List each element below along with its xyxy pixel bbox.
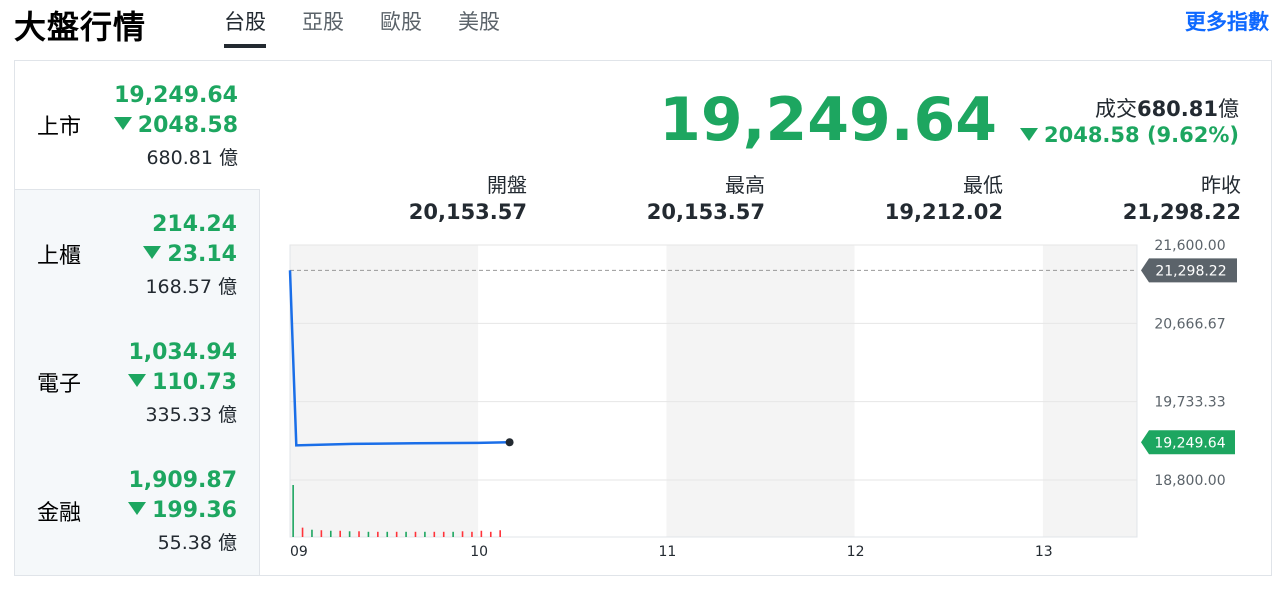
tab-tw[interactable]: 台股 [224, 6, 266, 48]
stat-low: 最低 19,212.02 [823, 169, 1003, 224]
stat-open: 開盤 20,153.57 [347, 169, 527, 224]
down-triangle-icon [128, 374, 147, 387]
sidebar-item-volume: 55.38 億 [157, 532, 237, 554]
volume-label: 成交 [1094, 97, 1137, 121]
sidebar-item-otc[interactable]: 上櫃 214.24 23.14 168.57 億 [15, 190, 260, 319]
sidebar-item-listed[interactable]: 上市 19,249.64 2048.58 680.81 億 [15, 61, 260, 190]
main-change-value: 2048.58 (9.62%) [1043, 123, 1239, 147]
stat-value: 21,298.22 [1122, 200, 1241, 224]
sidebar-item-volume: 168.57 億 [145, 276, 237, 298]
sidebar-item-finance[interactable]: 金融 1,909.87 199.36 55.38 億 [15, 446, 260, 575]
more-indices-link[interactable]: 更多指數 [1185, 6, 1269, 36]
sidebar-item-change: 2048.58 [113, 113, 238, 138]
tab-europe[interactable]: 歐股 [380, 6, 422, 48]
sidebar-item-change: 199.36 [128, 498, 237, 523]
down-triangle-icon [1019, 128, 1038, 141]
page-title: 大盤行情 [14, 8, 147, 46]
stat-label: 最高 [725, 173, 765, 197]
sidebar-item-electronics[interactable]: 電子 1,034.94 110.73 335.33 億 [15, 318, 260, 447]
stat-prev-close: 昨收 21,298.22 [1061, 169, 1241, 224]
index-sidebar: 上市 19,249.64 2048.58 680.81 億 上櫃 214.24 … [15, 61, 260, 575]
stat-value: 20,153.57 [646, 200, 765, 224]
sidebar-item-change-value: 110.73 [152, 370, 237, 395]
main-change: 2048.58 (9.62%) [1019, 123, 1239, 147]
stat-value: 20,153.57 [408, 200, 527, 224]
sidebar-item-change-value: 2048.58 [137, 113, 238, 138]
stat-value: 19,212.02 [884, 200, 1003, 224]
down-triangle-icon [128, 502, 147, 515]
sidebar-item-name: 金融 [37, 500, 82, 526]
sidebar-item-price: 1,909.87 [128, 468, 237, 493]
down-triangle-icon [113, 117, 132, 130]
volume-unit: 億 [1218, 97, 1239, 121]
sidebar-item-name: 上市 [37, 115, 82, 140]
tab-us[interactable]: 美股 [458, 6, 500, 48]
sidebar-item-price: 1,034.94 [128, 340, 237, 365]
market-card: 上市 19,249.64 2048.58 680.81 億 上櫃 214.24 … [14, 60, 1272, 576]
market-tabs: 台股 亞股 歐股 美股 [224, 6, 536, 48]
main-volume: 成交680.81億 [1095, 93, 1239, 123]
sidebar-item-price: 19,249.64 [114, 83, 238, 108]
volume-value: 680.81 [1136, 97, 1218, 121]
sidebar-item-name: 上櫃 [37, 244, 82, 269]
sidebar-item-volume: 680.81 億 [146, 147, 238, 169]
main-price: 19,249.64 [659, 85, 997, 155]
sidebar-item-change: 23.14 [143, 242, 237, 267]
down-triangle-icon [143, 246, 162, 259]
sidebar-item-change: 110.73 [128, 370, 237, 395]
sidebar-item-change-value: 199.36 [152, 498, 237, 523]
stat-label: 開盤 [487, 173, 527, 197]
stat-label: 最低 [963, 173, 1003, 197]
sidebar-item-name: 電子 [37, 372, 82, 397]
sidebar-item-change-value: 23.14 [167, 242, 237, 267]
sidebar-item-volume: 335.33 億 [145, 404, 237, 426]
stat-high: 最高 20,153.57 [585, 169, 765, 224]
tab-asia[interactable]: 亞股 [302, 6, 344, 48]
stat-label: 昨收 [1201, 173, 1241, 197]
sidebar-item-price: 214.24 [152, 212, 237, 237]
